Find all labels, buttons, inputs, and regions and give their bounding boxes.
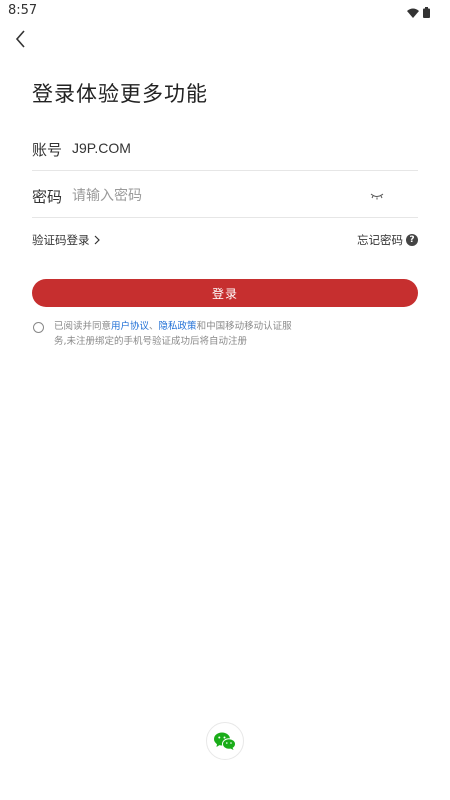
eye-closed-icon[interactable] bbox=[370, 187, 384, 200]
account-input[interactable] bbox=[72, 137, 372, 159]
forgot-password-link[interactable]: 忘记密码 ? bbox=[357, 232, 418, 248]
account-label: 账号 bbox=[32, 141, 63, 159]
sms-login-link[interactable]: 验证码登录 bbox=[32, 232, 101, 248]
help-icon: ? bbox=[406, 234, 418, 246]
chevron-right-icon bbox=[94, 235, 100, 245]
agreement-prefix: 已阅读并同意 bbox=[54, 321, 112, 332]
password-field-row: 密码 bbox=[32, 171, 418, 218]
back-button[interactable] bbox=[10, 28, 32, 50]
agreement-radio[interactable] bbox=[33, 322, 44, 333]
page-title: 登录体验更多功能 bbox=[32, 82, 208, 106]
chevron-left-icon bbox=[15, 30, 25, 48]
battery-icon bbox=[423, 3, 430, 22]
wifi-icon bbox=[407, 3, 419, 22]
account-field-row: 账号 bbox=[32, 124, 418, 171]
agreement-separator: 、 bbox=[149, 321, 159, 332]
status-time: 8:57 bbox=[8, 3, 38, 18]
password-input[interactable] bbox=[72, 184, 372, 206]
login-screen: 8:57 登录体验更多功能 账号 密码 验证码登录 bbox=[0, 0, 450, 800]
forgot-password-label: 忘记密码 bbox=[357, 233, 403, 247]
wechat-login-button[interactable] bbox=[206, 722, 244, 760]
wechat-icon bbox=[214, 732, 236, 750]
user-agreement-link[interactable]: 用户协议 bbox=[111, 321, 149, 332]
sms-login-label: 验证码登录 bbox=[32, 233, 90, 247]
login-button[interactable]: 登录 bbox=[32, 279, 418, 307]
status-icons bbox=[407, 3, 430, 22]
privacy-policy-link[interactable]: 隐私政策 bbox=[159, 321, 197, 332]
links-row: 验证码登录 忘记密码 ? bbox=[32, 232, 418, 248]
status-bar: 8:57 bbox=[0, 0, 450, 22]
password-label: 密码 bbox=[32, 188, 63, 206]
agreement-text: 已阅读并同意用户协议、隐私政策和中国移动移动认证服务,未注册绑定的手机号验证成功… bbox=[54, 319, 294, 349]
